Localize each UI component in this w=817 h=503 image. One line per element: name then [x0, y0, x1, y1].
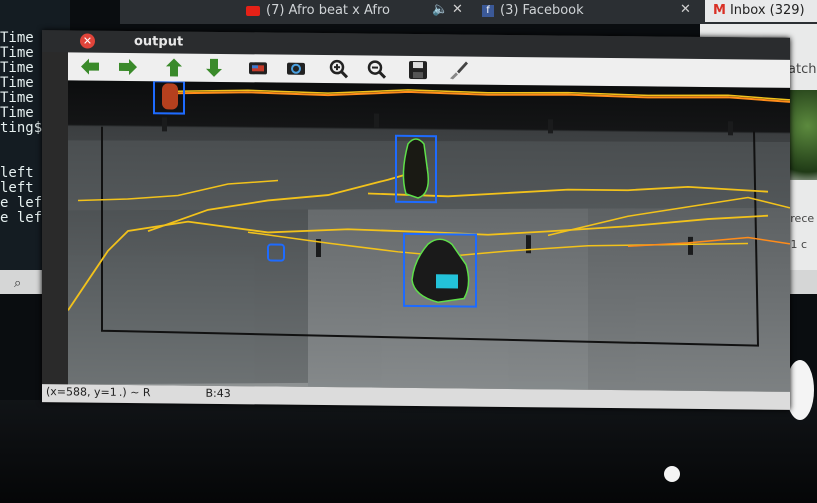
save-icon	[409, 60, 427, 80]
arrow-right-icon	[119, 58, 137, 75]
pan-down-button[interactable]	[202, 56, 226, 80]
person-bag	[436, 274, 458, 289]
background-dark-reflection	[0, 400, 817, 503]
tab-close-icon[interactable]: ✕	[680, 2, 691, 17]
brush-icon	[450, 61, 468, 80]
tab-gmail-label: Inbox (329)	[729, 3, 805, 18]
gmail-icon: M	[713, 3, 726, 18]
tab-youtube[interactable]: (7) Afro beat x Afro	[246, 0, 436, 22]
screen-glare	[786, 360, 814, 420]
zoom-out-icon	[367, 60, 387, 79]
pan-right-button[interactable]	[116, 55, 140, 79]
tab-facebook[interactable]: f (3) Facebook	[482, 0, 697, 22]
zoom-reset-button[interactable]	[246, 56, 270, 80]
browser-tab-bar: (7) Afro beat x Afro 🔈 ✕ f (3) Facebook ✕…	[120, 0, 817, 24]
cursor-status-text: (x=588, y=1 .) ~ R B:43	[46, 385, 231, 401]
screen-glare	[664, 466, 680, 482]
zoom-out-button[interactable]	[364, 57, 388, 81]
person-silhouette	[162, 83, 178, 110]
tab-facebook-label: (3) Facebook	[500, 3, 584, 18]
tab-youtube-label: (7) Afro beat x Afro	[266, 3, 390, 18]
tab-close-icon[interactable]: ✕	[452, 2, 463, 17]
window-close-button[interactable]: ✕	[80, 33, 95, 49]
save-button[interactable]	[406, 58, 430, 82]
person-contour	[402, 138, 430, 199]
video-frame-canvas[interactable]	[68, 80, 790, 392]
zoom-in-button[interactable]	[326, 57, 350, 81]
facebook-icon: f	[482, 4, 494, 17]
zoom-reset-icon	[249, 62, 267, 75]
output-window: ✕ output (x=588, y=1 .) ~ R B:43	[42, 30, 790, 410]
mute-icon[interactable]: 🔈	[432, 2, 448, 17]
youtube-icon	[246, 5, 260, 16]
pan-left-button[interactable]	[78, 54, 102, 78]
zoom-fit-button[interactable]	[284, 57, 308, 81]
properties-button[interactable]	[446, 58, 470, 82]
tab-gmail[interactable]: M Inbox (329)	[705, 0, 817, 22]
tracking-overlay	[68, 80, 790, 392]
window-title: output	[134, 34, 184, 50]
arrow-left-icon	[81, 58, 99, 75]
zoom-fit-icon	[287, 62, 305, 75]
side-text-watch: atch	[788, 62, 817, 77]
arrow-down-icon	[206, 58, 222, 77]
pan-up-button[interactable]	[162, 55, 186, 79]
zoom-in-icon	[329, 59, 349, 79]
arrow-up-icon	[166, 58, 182, 77]
zoom-icon: ⌕	[14, 276, 22, 291]
